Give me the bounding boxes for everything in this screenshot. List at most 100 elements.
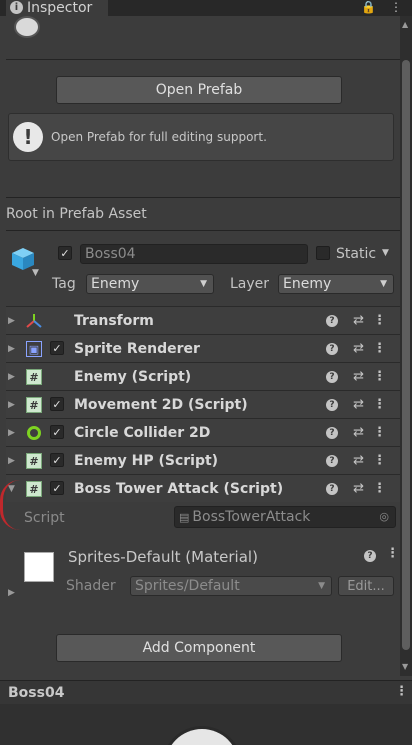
- static-dropdown-icon[interactable]: ▼: [382, 248, 389, 258]
- gameobject-header: ▼ ✓ Boss04 Static ▼ Tag Enemy ▼ Layer En…: [6, 240, 400, 300]
- kebab-menu-icon[interactable]: ⋮: [373, 481, 386, 496]
- component-boss-tower-attack[interactable]: ▼ # ✓ Boss Tower Attack (Script) ? ⇄ ⋮: [6, 474, 400, 502]
- object-header: [6, 16, 400, 60]
- chevron-down-icon: ▼: [200, 279, 207, 289]
- component-enemy-script[interactable]: ▶ # Enemy (Script) ? ⇄ ⋮: [6, 362, 400, 390]
- material-preview: [24, 552, 54, 582]
- component-enabled-checkbox[interactable]: ✓: [50, 453, 64, 467]
- shader-dropdown[interactable]: Sprites/Default ▼: [130, 576, 332, 596]
- add-component-button[interactable]: Add Component: [56, 634, 342, 662]
- material-section: Sprites-Default (Material) ? ⋮ Shader Sp…: [6, 540, 400, 610]
- script-icon: #: [26, 369, 42, 385]
- preview-title: Boss04: [8, 685, 65, 701]
- foldout-arrow-icon[interactable]: ▶: [8, 316, 15, 326]
- tag-label: Tag: [52, 276, 76, 292]
- shader-label: Shader: [66, 578, 116, 594]
- kebab-menu-icon[interactable]: ⋮: [373, 369, 386, 384]
- active-checkbox[interactable]: ✓: [58, 246, 72, 260]
- scroll-down-icon[interactable]: ▼: [402, 662, 408, 671]
- open-prefab-button[interactable]: Open Prefab: [56, 76, 342, 104]
- layer-dropdown[interactable]: Enemy ▼: [278, 274, 394, 294]
- foldout-arrow-icon[interactable]: ▶: [8, 344, 15, 354]
- help-icon[interactable]: ?: [326, 370, 338, 383]
- tag-dropdown[interactable]: Enemy ▼: [86, 274, 214, 294]
- help-icon[interactable]: ?: [326, 398, 338, 411]
- transform-icon: [26, 314, 42, 328]
- preset-icon[interactable]: ⇄: [353, 425, 364, 440]
- foldout-arrow-icon[interactable]: ▶: [8, 372, 15, 382]
- sprite-preview: [162, 726, 242, 745]
- help-icon[interactable]: ?: [326, 314, 338, 327]
- help-icon[interactable]: ?: [326, 482, 338, 495]
- help-message: Open Prefab for full editing support.: [51, 130, 267, 144]
- component-name: Movement 2D (Script): [74, 396, 248, 413]
- component-name: Sprite Renderer: [74, 340, 200, 357]
- component-name: Transform: [74, 312, 154, 329]
- component-enabled-checkbox[interactable]: ✓: [50, 425, 64, 439]
- component-transform[interactable]: ▶ Transform ? ⇄ ⋮: [6, 306, 400, 334]
- scroll-up-icon[interactable]: ▲: [402, 20, 408, 29]
- kebab-menu-icon[interactable]: ⋮: [373, 341, 386, 356]
- warning-icon: !: [13, 122, 43, 152]
- preset-icon[interactable]: ⇄: [353, 397, 364, 412]
- kebab-menu-icon[interactable]: ⋮: [386, 546, 399, 561]
- divider: [6, 230, 400, 231]
- preset-icon[interactable]: ⇄: [353, 481, 364, 496]
- component-enabled-checkbox[interactable]: ✓: [50, 397, 64, 411]
- object-name-field[interactable]: Boss04: [80, 244, 308, 264]
- component-circle-collider[interactable]: ▶ ✓ Circle Collider 2D ? ⇄ ⋮: [6, 418, 400, 446]
- preset-icon[interactable]: ⇄: [353, 341, 364, 356]
- script-icon: #: [26, 481, 42, 497]
- help-icon[interactable]: ?: [326, 426, 338, 439]
- component-enabled-checkbox[interactable]: ✓: [50, 481, 64, 495]
- script-field-row: Script ▤ BossTowerAttack ◎: [6, 504, 400, 534]
- tab-inspector[interactable]: i Inspector: [6, 0, 108, 16]
- kebab-menu-icon[interactable]: ⋮: [373, 425, 386, 440]
- preview-area: [0, 704, 412, 745]
- script-file-icon: ▤: [179, 510, 190, 524]
- script-object-field[interactable]: ▤ BossTowerAttack ◎: [174, 506, 396, 528]
- chevron-down-icon: ▼: [318, 581, 325, 591]
- component-enemy-hp[interactable]: ▶ # ✓ Enemy HP (Script) ? ⇄ ⋮: [6, 446, 400, 474]
- info-icon: i: [10, 1, 23, 14]
- shader-edit-button[interactable]: Edit...: [338, 576, 394, 596]
- script-icon: #: [26, 453, 42, 469]
- help-icon[interactable]: ?: [326, 454, 338, 467]
- foldout-arrow-icon[interactable]: ▶: [8, 400, 15, 410]
- sprite-renderer-icon: ▣: [26, 341, 42, 357]
- component-movement2d[interactable]: ▶ # ✓ Movement 2D (Script) ? ⇄ ⋮: [6, 390, 400, 418]
- preset-icon[interactable]: ⇄: [353, 453, 364, 468]
- kebab-menu-icon[interactable]: ⋮: [373, 453, 386, 468]
- component-name: Enemy HP (Script): [74, 452, 219, 469]
- divider: [6, 197, 400, 198]
- foldout-arrow-icon[interactable]: ▶: [8, 456, 15, 466]
- scrollbar-thumb[interactable]: [402, 60, 410, 650]
- kebab-menu-icon[interactable]: ⋮: [390, 0, 402, 14]
- static-checkbox[interactable]: [316, 246, 330, 260]
- circle-collider-icon: [26, 425, 42, 441]
- component-sprite-renderer[interactable]: ▶ ▣ ✓ Sprite Renderer ? ⇄ ⋮: [6, 334, 400, 362]
- static-label: Static: [336, 246, 377, 262]
- component-enabled-checkbox[interactable]: ✓: [50, 341, 64, 355]
- help-icon[interactable]: ?: [326, 342, 338, 355]
- kebab-menu-icon[interactable]: ⋮: [395, 684, 408, 699]
- script-icon: #: [26, 397, 42, 413]
- script-value: BossTowerAttack: [192, 509, 311, 525]
- foldout-arrow-icon[interactable]: ▶: [8, 428, 15, 438]
- component-name: Circle Collider 2D: [74, 424, 211, 441]
- chevron-down-icon: ▼: [380, 279, 387, 289]
- kebab-menu-icon[interactable]: ⋮: [373, 397, 386, 412]
- layer-label: Layer: [230, 276, 270, 292]
- kebab-menu-icon[interactable]: ⋮: [373, 313, 386, 328]
- lock-icon[interactable]: 🔒: [361, 0, 376, 14]
- inspector-tabbar: i Inspector 🔒 ⋮: [0, 0, 412, 16]
- help-icon[interactable]: ?: [364, 550, 376, 562]
- preset-icon[interactable]: ⇄: [353, 369, 364, 384]
- preset-icon[interactable]: ⇄: [353, 313, 364, 328]
- tab-label: Inspector: [27, 0, 93, 16]
- foldout-arrow-icon[interactable]: ▶: [8, 588, 15, 598]
- avatar: [14, 16, 40, 38]
- preview-header[interactable]: Boss04 ⋮: [0, 680, 412, 704]
- chevron-down-icon[interactable]: ▼: [32, 268, 39, 278]
- object-picker-icon[interactable]: ◎: [379, 510, 389, 523]
